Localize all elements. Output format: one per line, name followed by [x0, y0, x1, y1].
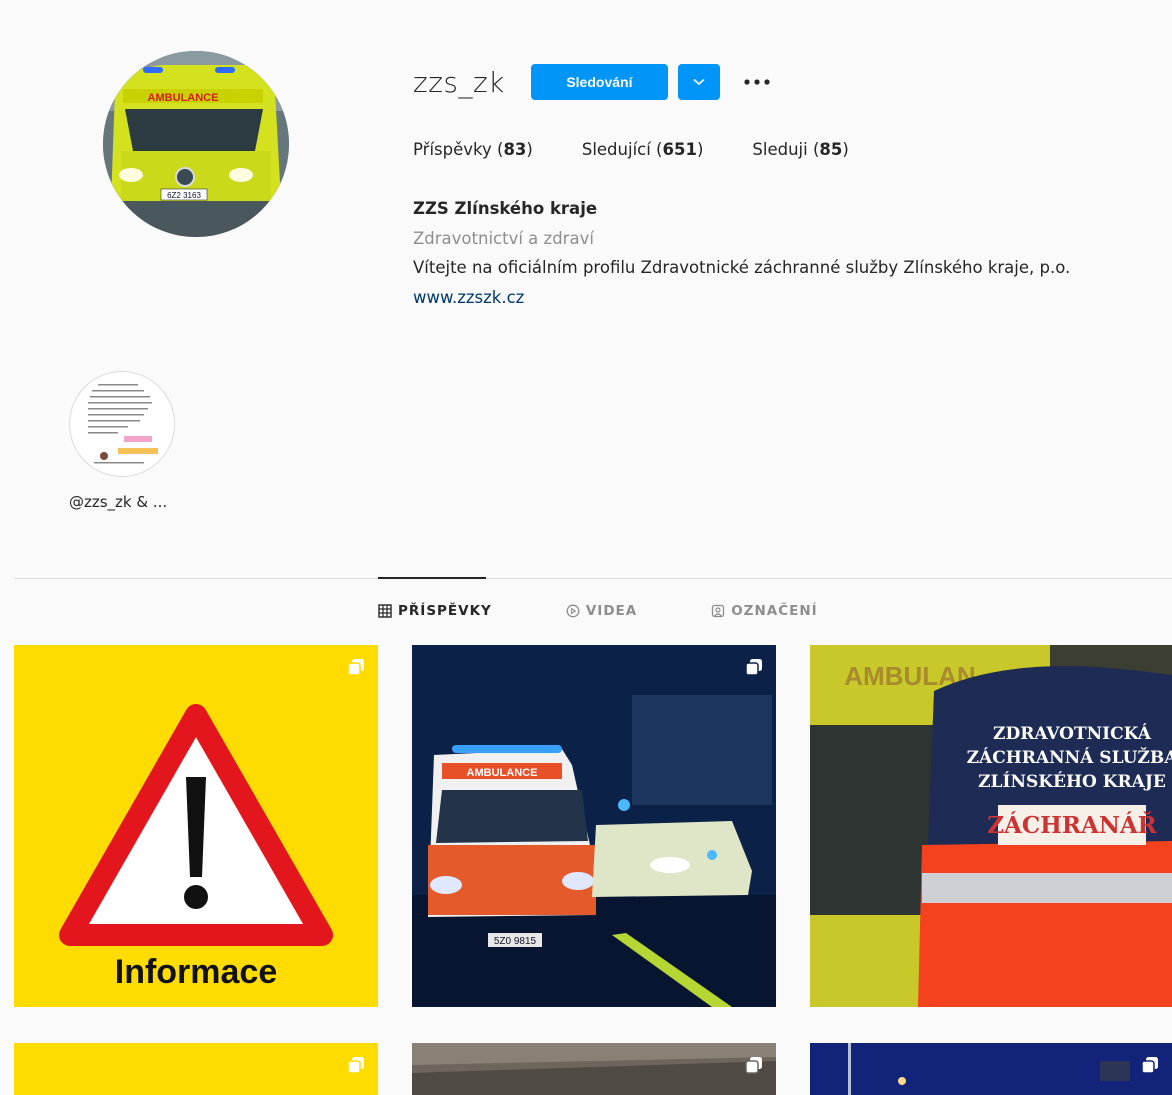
stat-followers-label: Sledující: [581, 140, 651, 159]
carousel-icon: [347, 1057, 364, 1074]
grid-icon: [378, 604, 392, 618]
profile-full-name: ZZS Zlínského kraje: [413, 199, 598, 218]
carousel-icon: [347, 659, 364, 676]
profile-tabs: PŘÍSPĚVKY VIDEA OZNAČENÍ: [378, 603, 892, 619]
stat-followers[interactable]: Sledující (651): [582, 140, 704, 159]
post-3-line-2: ZÁCHRANNÁ SLUŽBA: [967, 747, 1172, 768]
profile-bio: ZZS Zlínského kraje Zdravotnictví a zdra…: [413, 194, 1070, 312]
more-dots-icon: [744, 79, 770, 85]
stat-followers-count: 651: [662, 140, 697, 159]
tag-portrait-icon: [712, 604, 725, 618]
post-1-title: Informace: [115, 953, 278, 991]
post-3-line-1: ZDRAVOTNICKÁ: [993, 723, 1152, 744]
post-tile-6[interactable]: [810, 1043, 1172, 1095]
highlight-cover[interactable]: [69, 371, 175, 477]
highlight-label: @zzs_zk & ...: [69, 493, 168, 511]
post-tile-4[interactable]: [14, 1043, 378, 1095]
username-row: zzs_zk Sledování: [413, 62, 772, 102]
profile-header: AMBULANCE 6Z2 3163 zzs_zk Sledování Přís…: [0, 0, 1172, 340]
tab-posts-label: PŘÍSPĚVKY: [398, 603, 492, 619]
post-3-patch-text: ZÁCHRANÁŘ: [987, 812, 1157, 839]
suggested-dropdown-button[interactable]: [677, 64, 720, 100]
avatar-ambulance-text: AMBULANCE: [148, 92, 219, 104]
stat-posts-label: Příspěvky: [413, 140, 492, 159]
more-options-button[interactable]: [742, 67, 772, 97]
tab-posts[interactable]: PŘÍSPĚVKY: [378, 603, 492, 619]
stat-posts-count: 83: [503, 140, 527, 159]
profile-stats: Příspěvky (83) Sledující (651) Sleduji (…: [413, 140, 898, 159]
profile-bio-text: Vítejte na oficiálním profilu Zdravotnic…: [413, 258, 1071, 277]
post-tile-1[interactable]: Informace: [14, 645, 378, 1007]
profile-username: zzs_zk: [413, 65, 505, 99]
carousel-icon: [745, 1057, 762, 1074]
profile-avatar[interactable]: AMBULANCE 6Z2 3163: [103, 51, 289, 237]
avatar-plate-text: 6Z2 3163: [167, 191, 201, 200]
stat-following-label: Sleduji: [752, 140, 808, 159]
post-2-van-text: AMBULANCE: [467, 767, 538, 779]
post-tile-3[interactable]: AMBULAN ZÁCHRANÁŘ ZDRAVOTNICKÁ ZÁCHRANNÁ…: [810, 645, 1172, 1007]
chevron-down-icon: [693, 78, 705, 86]
carousel-icon: [1141, 1057, 1158, 1074]
post-2-plate-text: 5Z0 9815: [494, 936, 537, 947]
post-tile-5[interactable]: [412, 1043, 776, 1095]
story-highlight[interactable]: @zzs_zk & ...: [69, 371, 175, 511]
profile-website-link[interactable]: www.zzszk.cz: [413, 283, 1070, 313]
following-button[interactable]: Sledování: [530, 64, 668, 100]
highlight-thumbnail: [74, 376, 170, 472]
play-circle-icon: [566, 604, 580, 618]
tab-videos-label: VIDEA: [585, 603, 638, 619]
profile-category: Zdravotnictví a zdraví: [413, 228, 594, 248]
tab-tagged[interactable]: OZNAČENÍ: [711, 603, 817, 619]
carousel-icon: [745, 659, 762, 676]
active-tab-indicator: [378, 577, 486, 579]
post-3-line-3: ZLÍNSKÉHO KRAJE: [978, 771, 1166, 792]
post-tile-2[interactable]: AMBULANCE 5Z0 9815: [412, 645, 776, 1007]
tabs-divider: [14, 578, 1172, 579]
stat-posts[interactable]: Příspěvky (83): [413, 140, 533, 159]
stat-following[interactable]: Sleduji (85): [752, 140, 848, 159]
stat-following-count: 85: [819, 140, 843, 159]
tab-tagged-label: OZNAČENÍ: [731, 603, 818, 619]
tab-videos[interactable]: VIDEA: [566, 603, 637, 619]
